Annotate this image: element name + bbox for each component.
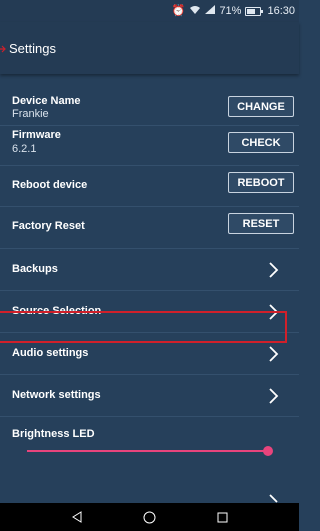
signal-icon [205, 5, 216, 17]
change-button[interactable]: CHANGE [228, 96, 294, 117]
firmware-row: Firmware 6.2.1 CHECK [0, 126, 299, 166]
back-icon[interactable] [70, 510, 84, 524]
device-name-value: Frankie [12, 108, 49, 120]
device-name-label: Device Name [12, 95, 81, 107]
battery-icon [245, 6, 264, 16]
network-settings-label: Network settings [12, 389, 101, 401]
firmware-value: 6.2.1 [12, 143, 37, 155]
recents-icon[interactable] [216, 510, 230, 524]
brightness-label: Brightness LED [12, 428, 95, 440]
status-bar: ⏰ 71% 16:30 [0, 0, 299, 22]
annotation-arrow-icon [0, 45, 6, 53]
chevron-right-icon [269, 346, 279, 362]
nav-bar [0, 503, 299, 531]
check-button[interactable]: CHECK [228, 132, 294, 153]
status-time: 16:30 [267, 5, 295, 17]
reset-button[interactable]: RESET [228, 213, 294, 234]
reboot-label: Reboot device [12, 179, 88, 191]
backups-row[interactable]: Backups [0, 249, 299, 291]
wifi-icon [189, 5, 201, 18]
alarm-icon: ⏰ [171, 4, 186, 17]
brightness-slider-thumb[interactable] [263, 446, 273, 456]
chevron-right-icon [269, 388, 279, 404]
reboot-button[interactable]: REBOOT [228, 172, 294, 193]
page-title: Settings [9, 41, 56, 56]
chevron-right-icon [269, 262, 279, 278]
home-icon[interactable] [143, 510, 157, 524]
factory-reset-label: Factory Reset [12, 220, 85, 232]
app-bar: Settings [0, 22, 299, 74]
backups-label: Backups [12, 263, 58, 275]
brightness-row: Brightness LED [0, 417, 299, 472]
device-name-row: Device Name Frankie CHANGE [0, 78, 299, 126]
network-settings-row[interactable]: Network settings [0, 375, 299, 417]
firmware-label: Firmware [12, 129, 61, 141]
settings-list: Device Name Frankie CHANGE Firmware 6.2.… [0, 78, 299, 472]
highlight-box [0, 311, 287, 343]
reboot-row[interactable]: Reboot device REBOOT [0, 166, 299, 207]
battery-percent: 71% [219, 5, 242, 17]
audio-settings-label: Audio settings [12, 347, 89, 359]
factory-reset-row[interactable]: Factory Reset RESET [0, 207, 299, 249]
brightness-slider-track[interactable] [27, 450, 268, 452]
